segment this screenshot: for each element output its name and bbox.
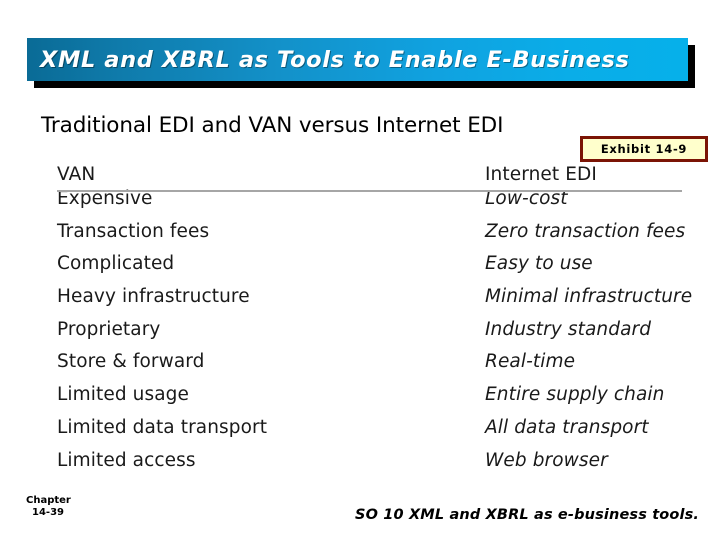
cell-internet-edi: Industry standard — [485, 318, 652, 340]
table-row: Store & forward Real-time — [57, 351, 683, 384]
exhibit-badge: Exhibit 14-9 — [580, 136, 708, 162]
cell-van: Transaction fees — [57, 220, 210, 242]
cell-van: Limited usage — [57, 384, 189, 406]
slide-subtitle: Traditional EDI and VAN versus Internet … — [41, 113, 504, 138]
cell-van: Store & forward — [57, 351, 205, 373]
footer-chapter: Chapter 14-39 — [26, 495, 71, 519]
slide-title-banner: XML and XBRL as Tools to Enable E-Busine… — [27, 38, 695, 88]
footer-chapter-number: 14-39 — [32, 507, 64, 518]
cell-van: Heavy infrastructure — [57, 286, 250, 308]
cell-internet-edi: Real-time — [485, 351, 576, 373]
table-row: Complicated Easy to use — [57, 253, 683, 286]
table-row: Limited data transport All data transpor… — [57, 417, 683, 450]
cell-internet-edi: Zero transaction fees — [485, 220, 686, 242]
cell-internet-edi: Minimal infrastructure — [485, 286, 693, 308]
slide: XML and XBRL as Tools to Enable E-Busine… — [0, 0, 720, 540]
table-row: Limited usage Entire supply chain — [57, 384, 683, 417]
cell-internet-edi: All data transport — [485, 416, 649, 438]
table-row: Proprietary Industry standard — [57, 319, 683, 352]
cell-internet-edi: Web browser — [485, 449, 608, 471]
cell-internet-edi: Easy to use — [485, 253, 593, 275]
page-title: XML and XBRL as Tools to Enable E-Busine… — [40, 46, 630, 73]
exhibit-badge-label: Exhibit 14-9 — [600, 142, 688, 156]
cell-van: Complicated — [57, 253, 175, 275]
footer-learning-objective: SO 10 XML and XBRL as e-business tools. — [355, 507, 700, 523]
table-row: Heavy infrastructure Minimal infrastruct… — [57, 286, 692, 319]
table-row: Limited access Web browser — [57, 450, 683, 483]
cell-internet-edi: Entire supply chain — [485, 384, 665, 406]
table-row: Expensive Low-cost — [57, 188, 683, 221]
column-header-van: VAN — [57, 164, 96, 185]
cell-van: Proprietary — [57, 318, 161, 340]
table-header-divider — [57, 190, 682, 192]
table-row: Transaction fees Zero transaction fees — [57, 220, 686, 254]
cell-van: Limited access — [57, 449, 196, 471]
footer-chapter-label: Chapter — [26, 495, 71, 506]
table-header-row: VAN Internet EDI — [57, 164, 683, 188]
cell-van: Limited data transport — [57, 416, 268, 438]
column-header-internet-edi: Internet EDI — [485, 164, 597, 185]
comparison-table: VAN Internet EDI Expensive Low-cost Tran… — [57, 164, 692, 483]
title-banner-bar: XML and XBRL as Tools to Enable E-Busine… — [27, 38, 688, 81]
